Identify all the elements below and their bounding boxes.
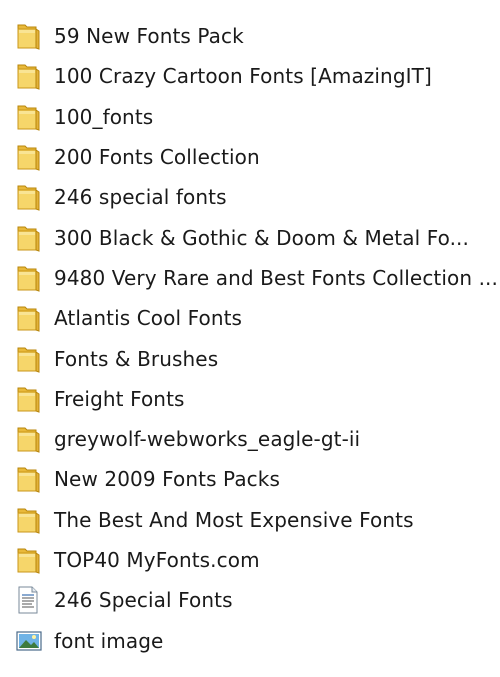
folder-item[interactable]: New 2009 Fonts Packs [0,459,500,499]
item-label: Fonts & Brushes [54,346,219,371]
folder-item[interactable]: Fonts & Brushes [0,338,500,378]
folder-item[interactable]: 100_fonts [0,97,500,137]
folder-icon [16,21,44,51]
file-item[interactable]: font image [0,620,500,660]
image-file-icon [16,626,44,656]
folder-item[interactable]: 59 New Fonts Pack [0,16,500,56]
folder-icon [16,102,44,132]
item-label: The Best And Most Expensive Fonts [54,507,414,532]
folder-item[interactable]: 246 special fonts [0,177,500,217]
item-label: greywolf-webworks_eagle-gt-ii [54,427,361,452]
folder-icon [16,223,44,253]
folder-item[interactable]: greywolf-webworks_eagle-gt-ii [0,419,500,459]
text-document-icon [16,585,44,615]
folder-item[interactable]: 9480 Very Rare and Best Fonts Collection… [0,258,500,298]
folder-icon [16,424,44,454]
item-label: 9480 Very Rare and Best Fonts Collection… [54,265,498,290]
file-list: 59 New Fonts Pack 100 Crazy Cartoon Fonts… [0,16,500,661]
folder-icon [16,464,44,494]
folder-icon [16,344,44,374]
item-label: Atlantis Cool Fonts [54,306,243,331]
folder-item[interactable]: TOP40 MyFonts.com [0,540,500,580]
item-label: 246 special fonts [54,185,227,210]
folder-icon [16,384,44,414]
folder-item[interactable]: The Best And Most Expensive Fonts [0,500,500,540]
item-label: Freight Fonts [54,386,185,411]
folder-icon [16,142,44,172]
file-item[interactable]: 246 Special Fonts [0,580,500,620]
item-label: 100_fonts [54,104,154,129]
folder-item[interactable]: 200 Fonts Collection [0,137,500,177]
folder-icon [16,545,44,575]
item-label: font image [54,628,164,653]
folder-item[interactable]: Atlantis Cool Fonts [0,298,500,338]
folder-item[interactable]: 300 Black & Gothic & Doom & Metal Fo... [0,217,500,257]
folder-icon [16,182,44,212]
folder-icon [16,303,44,333]
folder-icon [16,61,44,91]
item-label: 300 Black & Gothic & Doom & Metal Fo... [54,225,469,250]
item-label: TOP40 MyFonts.com [54,548,260,572]
folder-item[interactable]: 100 Crazy Cartoon Fonts [AmazingIT] [0,56,500,96]
item-label: New 2009 Fonts Packs [54,467,280,492]
item-label: 100 Crazy Cartoon Fonts [AmazingIT] [54,64,432,89]
item-label: 200 Fonts Collection [54,145,260,170]
folder-item[interactable]: Freight Fonts [0,379,500,419]
folder-icon [16,505,44,535]
item-label: 59 New Fonts Pack [54,24,244,49]
folder-icon [16,263,44,293]
item-label: 246 Special Fonts [54,588,233,613]
